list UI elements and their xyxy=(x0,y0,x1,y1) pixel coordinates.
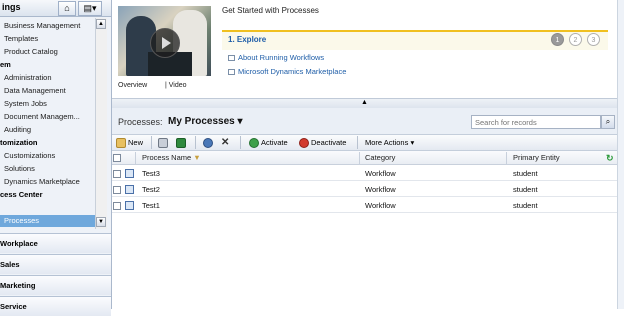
print-button[interactable] xyxy=(158,136,170,149)
sidebar-item-auditing[interactable]: Auditing xyxy=(0,124,95,136)
right-edge xyxy=(617,0,624,98)
video-thumbnail[interactable] xyxy=(118,6,211,76)
excel-icon xyxy=(176,138,186,149)
sidebar-item-data-management[interactable]: Data Management xyxy=(0,85,95,97)
play-icon[interactable] xyxy=(150,28,180,58)
area-button-workplace[interactable]: Workplace xyxy=(0,233,111,253)
area-button-sales[interactable]: Sales xyxy=(0,254,111,274)
area-button-marketing[interactable]: Marketing xyxy=(0,275,111,295)
area-button-service[interactable]: Service xyxy=(0,296,111,316)
print-icon xyxy=(158,138,168,149)
refresh-icon[interactable]: ↻ xyxy=(606,153,614,164)
chevron-down-icon[interactable]: ▾ xyxy=(238,116,243,127)
primary-entity-cell: student xyxy=(513,169,538,178)
sidebar-item-document-management[interactable]: Document Managem... xyxy=(0,111,95,123)
toolbar-divider xyxy=(240,136,241,149)
video-label[interactable]: | Video xyxy=(165,82,187,89)
sidebar-item-solutions[interactable]: Solutions xyxy=(0,163,95,175)
step-2-indicator[interactable]: 2 xyxy=(569,33,582,46)
search-icon[interactable]: ⌕ xyxy=(601,115,615,129)
primary-entity-cell: student xyxy=(513,185,538,194)
primary-entity-cell: student xyxy=(513,201,538,210)
row-checkbox[interactable] xyxy=(113,186,121,194)
row-checkbox[interactable] xyxy=(113,202,121,210)
column-header-label[interactable]: Process Name xyxy=(142,153,191,162)
overview-label[interactable]: Overview xyxy=(118,82,147,89)
sidebar-section-system: em xyxy=(0,60,11,69)
activate-icon xyxy=(249,138,259,149)
new-icon xyxy=(116,138,126,149)
sidebar-item-system-jobs[interactable]: System Jobs xyxy=(0,98,95,110)
nav-scrollbar[interactable]: ▲ ▼ xyxy=(95,18,107,229)
row-checkbox[interactable] xyxy=(113,170,121,178)
category-cell: Workflow xyxy=(365,185,396,194)
sidebar-item-templates[interactable]: Templates xyxy=(0,33,95,45)
sidebar-item-product-catalog[interactable]: Product Catalog xyxy=(0,46,95,58)
get-started-title: Get Started with Processes xyxy=(222,6,319,15)
export-excel-button[interactable] xyxy=(176,136,188,149)
step-1-indicator[interactable]: 1 xyxy=(551,33,564,46)
nav-list: Business Management Templates Product Ca… xyxy=(0,18,96,229)
process-icon xyxy=(125,169,134,178)
nav-title: ings xyxy=(2,2,21,12)
toolbar-divider xyxy=(195,136,196,149)
link-icon xyxy=(228,55,235,62)
column-header-category[interactable]: Category xyxy=(365,153,395,162)
new-label[interactable]: New xyxy=(128,138,143,147)
assign-button[interactable] xyxy=(203,136,215,149)
column-divider xyxy=(506,152,507,164)
sidebar-item-processes[interactable]: Processes xyxy=(0,215,95,227)
sidebar-item-business-management[interactable]: Business Management xyxy=(0,20,95,32)
process-name-cell[interactable]: Test1 xyxy=(142,201,160,210)
search-input[interactable] xyxy=(471,115,601,129)
activate-label[interactable]: Activate xyxy=(261,138,288,147)
select-all-checkbox[interactable] xyxy=(113,154,121,162)
deactivate-label[interactable]: Deactivate xyxy=(311,138,346,147)
sidebar-item-dynamics-marketplace[interactable]: Dynamics Marketplace xyxy=(0,176,95,188)
column-divider xyxy=(135,152,136,164)
sidebar-section-customization: tomization xyxy=(0,138,38,147)
category-cell: Workflow xyxy=(365,169,396,178)
step-3-indicator[interactable]: 3 xyxy=(587,33,600,46)
assign-icon xyxy=(203,138,213,149)
new-button[interactable]: New xyxy=(116,136,143,149)
explore-step-label: 1. Explore xyxy=(228,35,267,44)
sidebar-section-process-center: cess Center xyxy=(0,190,43,199)
deactivate-icon xyxy=(299,138,309,149)
column-header-primary-entity[interactable]: Primary Entity xyxy=(513,153,560,162)
scroll-up-icon[interactable]: ▲ xyxy=(96,19,106,29)
view-selector[interactable]: My Processes ▾ xyxy=(168,116,243,127)
link-icon xyxy=(228,69,235,76)
deactivate-button[interactable]: Deactivate xyxy=(299,136,346,149)
view-name[interactable]: My Processes xyxy=(168,116,235,127)
link-dynamics-marketplace[interactable]: Microsoft Dynamics Marketplace xyxy=(228,67,346,76)
process-name-cell[interactable]: Test3 xyxy=(142,169,160,178)
chevron-down-icon[interactable]: ▾ xyxy=(410,138,414,147)
link-about-running-workflows[interactable]: About Running Workflows xyxy=(228,53,324,62)
activate-button[interactable]: Activate xyxy=(249,136,288,149)
scroll-down-icon[interactable]: ▼ xyxy=(96,217,106,227)
category-cell: Workflow xyxy=(365,201,396,210)
sort-descending-icon[interactable]: ▼ xyxy=(193,153,200,162)
column-header-process-name[interactable]: Process Name ▼ xyxy=(142,153,201,162)
process-name-cell[interactable]: Test2 xyxy=(142,185,160,194)
folder-dropdown-icon[interactable]: ▤▾ xyxy=(78,1,102,16)
link-text[interactable]: About Running Workflows xyxy=(238,53,324,62)
toolbar-divider xyxy=(357,136,358,149)
sidebar-item-administration[interactable]: Administration xyxy=(0,72,95,84)
sidebar-item-customizations[interactable]: Customizations xyxy=(0,150,95,162)
link-text[interactable]: Microsoft Dynamics Marketplace xyxy=(238,67,346,76)
toolbar-divider xyxy=(151,136,152,149)
delete-icon[interactable]: ✕ xyxy=(221,136,229,149)
view-prefix-label: Processes: xyxy=(118,117,163,127)
right-edge xyxy=(617,98,624,309)
more-actions-button[interactable]: More Actions ▾ xyxy=(365,136,414,149)
home-icon[interactable]: ⌂ xyxy=(58,1,76,16)
process-icon xyxy=(125,201,134,210)
more-actions-label[interactable]: More Actions xyxy=(365,138,408,147)
process-icon xyxy=(125,185,134,194)
column-divider xyxy=(359,152,360,164)
nav-header: ings ⌂ ▤▾ xyxy=(0,0,111,17)
